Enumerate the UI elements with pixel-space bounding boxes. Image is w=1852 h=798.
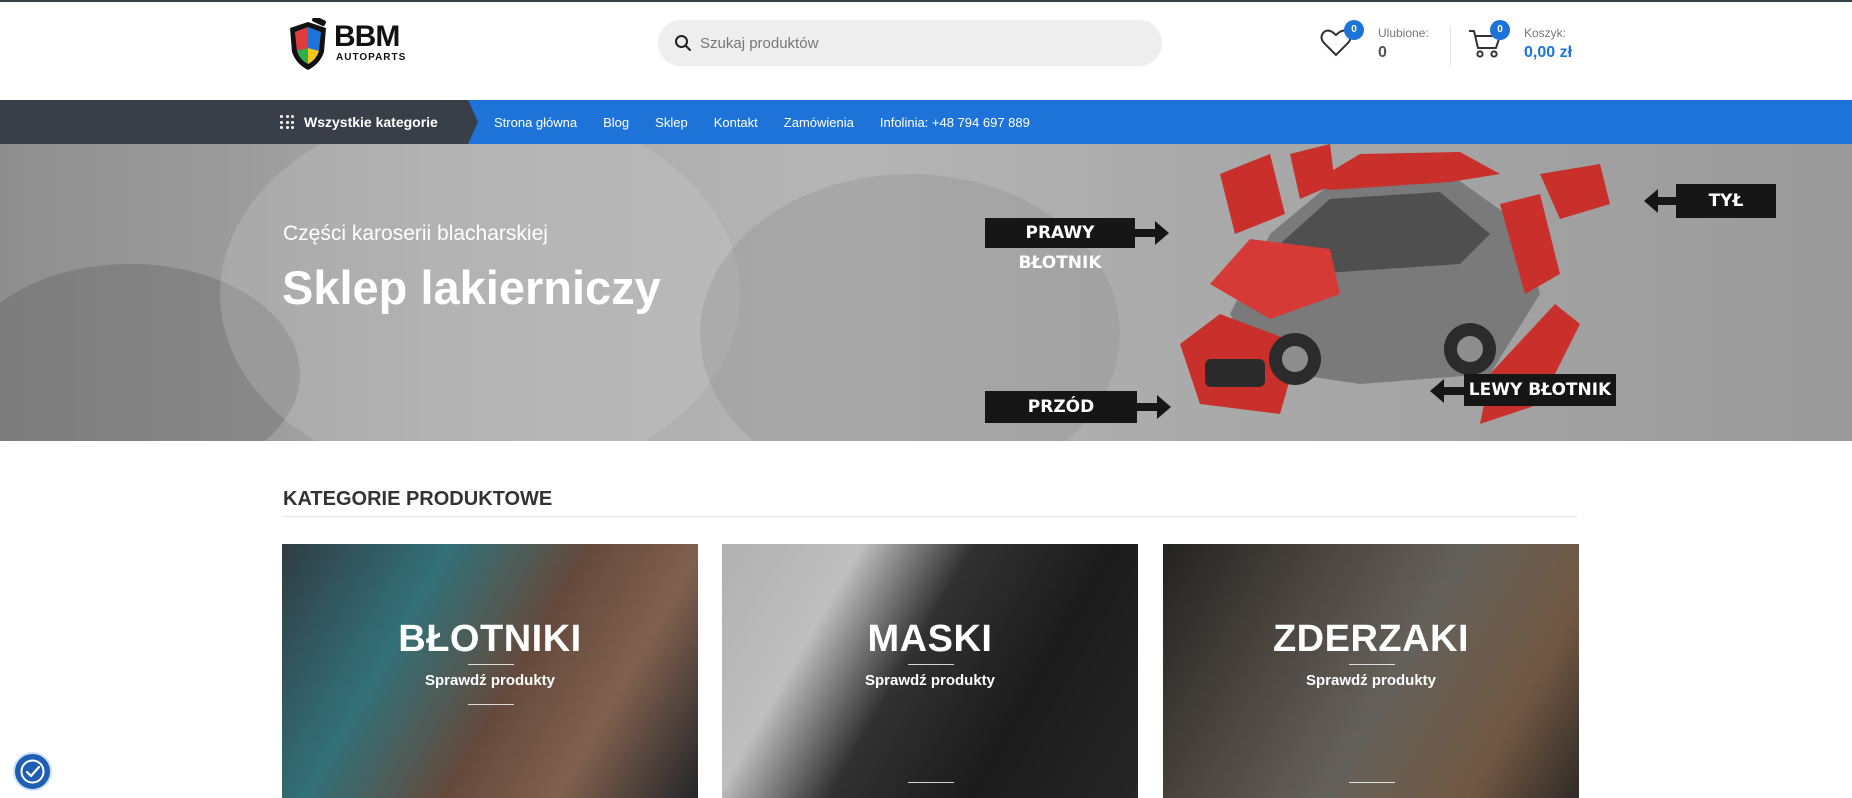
- category-link[interactable]: Sprawdź produkty: [282, 672, 698, 689]
- category-title: BŁOTNIKI: [398, 618, 582, 660]
- card-divider: [1349, 664, 1395, 665]
- nav-item-shop[interactable]: Sklep: [655, 115, 688, 130]
- label-right-fender: PRAWY BŁOTNIK: [985, 218, 1135, 273]
- label-left-fender: LEWY BŁOTNIK: [1464, 374, 1616, 406]
- arrow-left-icon: [1644, 189, 1680, 213]
- logo-wordmark: BBM: [334, 20, 400, 53]
- card-divider: [1349, 782, 1395, 783]
- cart-link[interactable]: 0 Koszyk: 0,00 zł: [1468, 20, 1598, 68]
- wishlist-label: Ulubione:: [1378, 26, 1429, 40]
- card-divider: [468, 664, 514, 665]
- search-icon[interactable]: [674, 34, 692, 52]
- cart-label: Koszyk:: [1524, 26, 1567, 40]
- arrow-right-icon: [1135, 395, 1171, 419]
- nav-item-hotline[interactable]: Infolinia: +48 794 697 889: [880, 115, 1030, 130]
- categories-divider: [283, 516, 1577, 517]
- category-card-fenders[interactable]: BŁOTNIKI Sprawdź produkty: [282, 544, 698, 798]
- label-front: PRZÓD: [985, 391, 1137, 423]
- all-categories-label: Wszystkie kategorie: [304, 114, 438, 130]
- card-divider: [908, 782, 954, 783]
- arrow-left-icon: [1430, 379, 1466, 403]
- nav-item-orders[interactable]: Zamówienia: [784, 115, 854, 130]
- wishlist-count-badge: 0: [1344, 20, 1364, 40]
- arrow-right-icon: [1133, 221, 1169, 245]
- main-menu: Strona główna Blog Sklep Kontakt Zamówie…: [494, 100, 1056, 144]
- nav-item-home[interactable]: Strona główna: [494, 115, 577, 130]
- search-bar: [658, 20, 1162, 66]
- category-title: ZDERZAKI: [1272, 618, 1470, 660]
- category-link[interactable]: Sprawdź produkty: [722, 672, 1138, 689]
- all-categories-button[interactable]: Wszystkie kategorie: [280, 100, 438, 144]
- grid-menu-icon: [280, 115, 294, 129]
- card-overlay: [722, 544, 1138, 798]
- cookie-check-icon: [20, 759, 45, 784]
- header-divider: [1450, 26, 1451, 66]
- category-card-bumpers[interactable]: ZDERZAKI Sprawdź produkty: [1163, 544, 1579, 798]
- card-divider: [908, 664, 954, 665]
- nav-item-contact[interactable]: Kontakt: [714, 115, 758, 130]
- wishlist-link[interactable]: 0 Ulubione: 0: [1320, 20, 1450, 68]
- label-rear: TYŁ: [1676, 184, 1776, 218]
- cart-count-badge: 0: [1490, 20, 1510, 40]
- logo-subtext: AUTOPARTS: [336, 52, 407, 63]
- category-link[interactable]: Sprawdź produkty: [1163, 672, 1579, 689]
- categories-heading: KATEGORIE PRODUKTOWE: [283, 488, 553, 510]
- category-title: MASKI: [867, 618, 993, 660]
- card-overlay: [1163, 544, 1579, 798]
- cart-total: 0,00 zł: [1524, 44, 1573, 61]
- cookie-settings-button[interactable]: [13, 752, 52, 791]
- logo-shield-icon: [290, 18, 326, 70]
- search-input[interactable]: [700, 20, 1140, 66]
- category-card-hoods[interactable]: MASKI Sprawdź produkty: [722, 544, 1138, 798]
- site-header: BBM AUTOPARTS 0 Ulubione: 0 0 Koszyk: 0,…: [0, 2, 1852, 100]
- nav-item-blog[interactable]: Blog: [603, 115, 629, 130]
- wishlist-value: 0: [1378, 44, 1387, 61]
- hero-banner: Części karoserii blacharskiej Sklep laki…: [0, 144, 1852, 441]
- hero-title: Sklep lakierniczy: [282, 261, 661, 314]
- site-logo[interactable]: BBM AUTOPARTS: [286, 18, 436, 72]
- card-divider: [468, 704, 514, 705]
- hero-subtitle: Części karoserii blacharskiej: [283, 222, 548, 245]
- card-overlay: [282, 544, 698, 798]
